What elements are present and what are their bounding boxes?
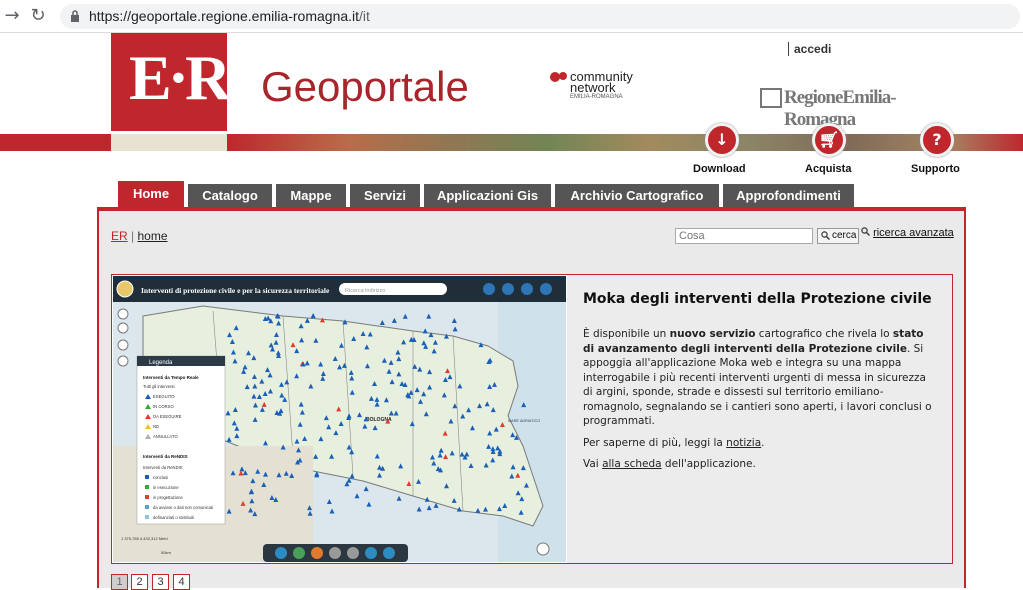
regione-logo-icon bbox=[760, 88, 782, 108]
header-map-strip-left bbox=[111, 134, 227, 151]
tab-servizi[interactable]: Servizi bbox=[350, 184, 420, 207]
feature-news-paragraph: Per saperne di più, leggi la notizia. bbox=[583, 436, 765, 449]
breadcrumb-er[interactable]: ER bbox=[111, 229, 128, 243]
acquista-link[interactable]: Acquista bbox=[805, 163, 851, 175]
notizia-link[interactable]: notizia bbox=[726, 437, 761, 449]
tab-applicazioni-gis[interactable]: Applicazioni Gis bbox=[424, 184, 551, 207]
tab-home[interactable]: Home bbox=[118, 181, 184, 210]
feature-heading: Moka degli interventi della Protezione c… bbox=[583, 291, 932, 307]
site-title[interactable]: Geoportale bbox=[261, 63, 469, 111]
svg-text:1 375,785 4.432,312 Metri: 1 375,785 4.432,312 Metri bbox=[121, 536, 168, 541]
svg-text:IN CORSO: IN CORSO bbox=[153, 404, 174, 409]
search-icon bbox=[861, 227, 870, 236]
map-preview-image: Interventi di protezione civile e per la… bbox=[113, 276, 566, 562]
cart-icon[interactable]: 🛒︎ bbox=[812, 123, 846, 157]
svg-text:definanziati o sostituiti: definanziati o sostituiti bbox=[153, 515, 194, 520]
map-preview[interactable]: Interventi di protezione civile e per la… bbox=[113, 276, 566, 562]
tab-approfondimenti[interactable]: Approfondimenti bbox=[723, 184, 854, 207]
svg-text:da avviare o dati non comunica: da avviare o dati non comunicati bbox=[153, 505, 213, 510]
community-network-logo[interactable]: community network EMILIA-ROMAGNA bbox=[548, 69, 638, 103]
tab-archivio-cartografico[interactable]: Archivio Cartografico bbox=[555, 184, 719, 207]
breadcrumb: ER | home bbox=[111, 229, 168, 243]
browser-toolbar: → ↻ https://geoportale.regione.emilia-ro… bbox=[0, 0, 1023, 33]
header-map-strip bbox=[228, 134, 1023, 151]
search-icon bbox=[821, 231, 830, 240]
feature-description: Moka degli interventi della Protezione c… bbox=[567, 275, 952, 563]
svg-text:Interventi da Tempo Reale: Interventi da Tempo Reale bbox=[143, 375, 199, 380]
er-logo[interactable]: E·R bbox=[111, 33, 231, 131]
main-panel: ER | home Cosa cerca ricerca avanzata In… bbox=[97, 207, 966, 590]
supporto-link[interactable]: Supporto bbox=[911, 163, 960, 175]
download-icon[interactable]: ↓ bbox=[705, 123, 739, 157]
advanced-search[interactable]: ricerca avanzata bbox=[861, 227, 954, 239]
url-text: https://geoportale.regione.emilia-romagn… bbox=[89, 8, 370, 24]
svg-text:ANNULLATO: ANNULLATO bbox=[153, 434, 178, 439]
advanced-search-link[interactable]: ricerca avanzata bbox=[873, 227, 954, 239]
feature-app-paragraph: Vai alla scheda dell'applicazione. bbox=[583, 458, 756, 470]
tab-mappe[interactable]: Mappe bbox=[276, 184, 346, 207]
regione-logo[interactable]: RegioneEmilia-Romagna bbox=[760, 85, 952, 130]
help-icon[interactable]: ? bbox=[920, 123, 954, 157]
svg-text:Interventi da ReNDIS: Interventi da ReNDIS bbox=[143, 454, 188, 459]
feature-paragraph: È disponibile un nuovo servizio cartogra… bbox=[583, 328, 932, 427]
svg-text:in progettazione: in progettazione bbox=[153, 495, 183, 500]
svg-text:ESEGUITO: ESEGUITO bbox=[153, 394, 175, 399]
map-search-input: Ricerca indirizzo bbox=[345, 288, 385, 294]
svg-text:ND: ND bbox=[153, 424, 159, 429]
breadcrumb-home[interactable]: home bbox=[137, 229, 167, 243]
search-button[interactable]: cerca bbox=[817, 228, 859, 244]
forward-arrow-icon[interactable]: → bbox=[2, 6, 22, 26]
scheda-link[interactable]: alla scheda bbox=[602, 458, 662, 470]
reload-icon[interactable]: ↻ bbox=[28, 6, 48, 26]
svg-text:MARE ADRIATICO: MARE ADRIATICO bbox=[508, 419, 540, 423]
site-header: E·R Geoportale community network EMILIA-… bbox=[0, 33, 1023, 175]
svg-text:Interventi da ReNDIS: Interventi da ReNDIS bbox=[143, 465, 183, 470]
community-logo-icon bbox=[550, 72, 567, 82]
address-bar[interactable]: https://geoportale.regione.emilia-romagn… bbox=[60, 4, 1020, 29]
login-link[interactable]: accedi bbox=[788, 42, 831, 56]
search-input[interactable]: Cosa bbox=[675, 228, 813, 244]
svg-text:Legenda: Legenda bbox=[149, 360, 173, 366]
map-title: Interventi di protezione civile e per la… bbox=[141, 286, 330, 295]
svg-text:conclusi: conclusi bbox=[153, 475, 168, 480]
svg-text:in esecuzione: in esecuzione bbox=[153, 485, 179, 490]
svg-text:DA ESEGUIRE: DA ESEGUIRE bbox=[153, 414, 182, 419]
featured-slide: Interventi di protezione civile e per la… bbox=[111, 274, 953, 564]
svg-text:50km: 50km bbox=[161, 550, 171, 555]
download-link[interactable]: Download bbox=[693, 163, 746, 175]
svg-text:Tutti gli interventi: Tutti gli interventi bbox=[143, 384, 175, 389]
lock-icon bbox=[71, 10, 79, 22]
tab-catalogo[interactable]: Catalogo bbox=[188, 184, 272, 207]
